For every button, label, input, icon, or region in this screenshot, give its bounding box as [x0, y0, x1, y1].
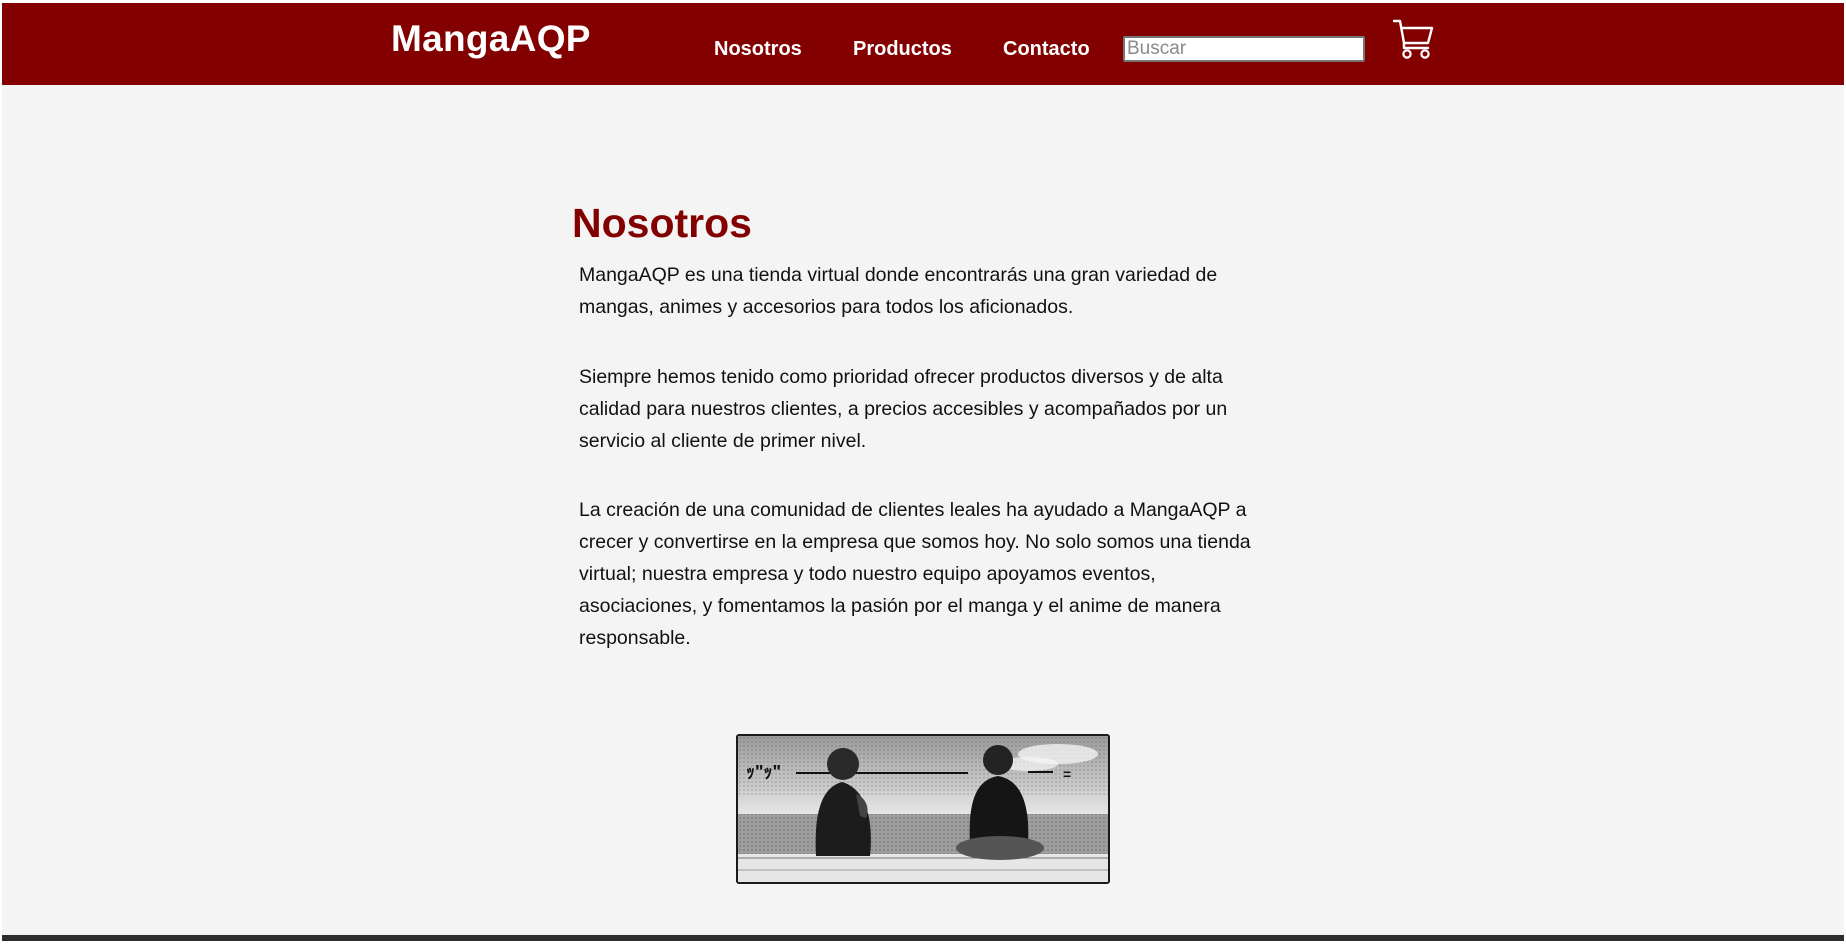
- manga-panel-illustration: ｯ"ｯ" =: [736, 734, 1110, 884]
- page-title: Nosotros: [572, 200, 752, 246]
- about-paragraph-3: La creación de una comunidad de clientes…: [579, 499, 1251, 649]
- svg-text:ｯ"ｯ": ｯ"ｯ": [746, 762, 781, 782]
- footer-divider: [2, 935, 1844, 941]
- nav-link-nosotros[interactable]: Nosotros: [714, 38, 802, 61]
- page-frame: MangaAQP Nosotros Productos Contacto Nos…: [2, 3, 1844, 941]
- svg-text:=: =: [1063, 766, 1071, 782]
- site-logo[interactable]: MangaAQP: [391, 18, 591, 60]
- site-header: MangaAQP Nosotros Productos Contacto: [2, 3, 1844, 85]
- nav-link-contacto[interactable]: Contacto: [1003, 38, 1090, 61]
- shopping-cart-icon[interactable]: [1392, 17, 1436, 59]
- search-input[interactable]: [1123, 36, 1365, 62]
- nav-link-productos[interactable]: Productos: [853, 38, 952, 61]
- about-paragraph-2: Siempre hemos tenido como prioridad ofre…: [579, 366, 1228, 452]
- about-paragraph-1: MangaAQP es una tienda virtual donde enc…: [579, 264, 1218, 318]
